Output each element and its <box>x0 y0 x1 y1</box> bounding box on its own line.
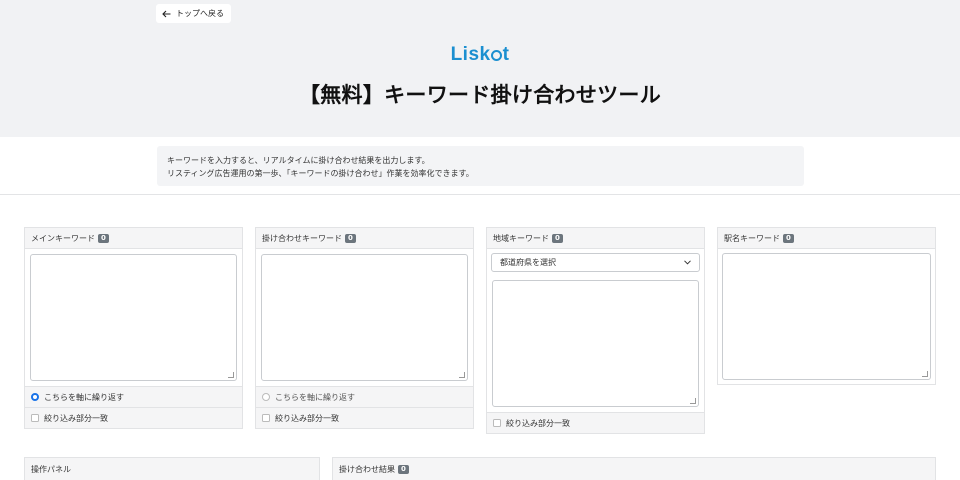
description-line-2: リスティング広告運用の第一歩、「キーワードの掛け合わせ」作業を効率化できます。 <box>167 169 474 178</box>
result-panel-header: 掛け合わせ結果 0 <box>332 457 936 480</box>
combo-keyword-panel: 掛け合わせキーワード 0 こちらを軸に繰り返す 絞り込み部分一致 <box>255 227 474 429</box>
page-title: 【無料】キーワード掛け合わせツール <box>298 83 662 107</box>
prefecture-select-value: 都道府県を選択 <box>500 258 556 267</box>
main-match-checkbox[interactable] <box>31 414 39 422</box>
back-to-top-label: トップへ戻る <box>176 9 224 18</box>
back-to-top-button[interactable]: トップへ戻る <box>156 4 231 23</box>
main-repeat-option[interactable]: こちらを軸に繰り返す <box>25 386 242 407</box>
section-divider <box>0 194 960 195</box>
operation-panel-header: 操作パネル <box>24 457 320 480</box>
combo-keyword-header: 掛け合わせキーワード 0 <box>256 228 473 249</box>
combo-match-checkbox[interactable] <box>262 414 270 422</box>
station-keyword-title: 駅名キーワード <box>724 233 780 243</box>
station-keyword-panel: 駅名キーワード 0 <box>717 227 936 385</box>
description-line-1: キーワードを入力すると、リアルタイムに掛け合わせ結果を出力します。 <box>167 156 430 165</box>
station-keyword-count-badge: 0 <box>783 233 794 243</box>
region-match-checkbox[interactable] <box>493 419 501 427</box>
hero-section: トップへ戻る Lisk t 【無料】キーワード掛け合わせツール <box>0 0 960 137</box>
station-keyword-textarea[interactable] <box>722 253 931 380</box>
main-match-label: 絞り込み部分一致 <box>44 413 108 423</box>
main-keyword-count-badge: 0 <box>98 233 109 243</box>
main-keyword-panel: メインキーワード 0 こちらを軸に繰り返す 絞り込み部分一致 <box>24 227 243 429</box>
combo-match-option[interactable]: 絞り込み部分一致 <box>256 407 473 428</box>
region-keyword-title: 地域キーワード <box>493 233 549 243</box>
liskot-logo[interactable]: Lisk t <box>0 44 960 66</box>
main-match-option[interactable]: 絞り込み部分一致 <box>25 407 242 428</box>
main-repeat-radio[interactable] <box>31 393 39 401</box>
combo-repeat-option[interactable]: こちらを軸に繰り返す <box>256 386 473 407</box>
combo-match-label: 絞り込み部分一致 <box>275 413 339 423</box>
region-keyword-panel: 地域キーワード 0 都道府県を選択 絞り込み部分一致 <box>486 227 705 434</box>
region-match-option[interactable]: 絞り込み部分一致 <box>487 412 704 433</box>
region-match-label: 絞り込み部分一致 <box>506 418 570 428</box>
result-panel-title: 掛け合わせ結果 <box>339 464 395 474</box>
combo-repeat-radio[interactable] <box>262 393 270 401</box>
combo-repeat-label: こちらを軸に繰り返す <box>275 392 355 402</box>
tool-description: キーワードを入力すると、リアルタイムに掛け合わせ結果を出力します。 リスティング… <box>157 146 804 186</box>
region-keyword-textarea[interactable] <box>492 280 699 407</box>
region-keyword-header: 地域キーワード 0 <box>487 228 704 249</box>
station-keyword-header: 駅名キーワード 0 <box>718 228 935 249</box>
combo-keyword-textarea[interactable] <box>261 254 468 381</box>
logo-ring-icon <box>491 50 503 61</box>
arrow-left-icon <box>162 10 171 17</box>
combo-keyword-title: 掛け合わせキーワード <box>262 233 342 243</box>
main-keyword-title: メインキーワード <box>31 233 95 243</box>
main-repeat-label: こちらを軸に繰り返す <box>44 392 124 402</box>
combo-keyword-count-badge: 0 <box>345 233 356 243</box>
prefecture-select[interactable]: 都道府県を選択 <box>491 253 700 272</box>
result-count-badge: 0 <box>398 464 409 474</box>
main-keyword-header: メインキーワード 0 <box>25 228 242 249</box>
region-keyword-count-badge: 0 <box>552 233 563 243</box>
main-keyword-textarea[interactable] <box>30 254 237 381</box>
operation-panel-title: 操作パネル <box>31 464 71 474</box>
chevron-down-icon <box>684 260 691 265</box>
